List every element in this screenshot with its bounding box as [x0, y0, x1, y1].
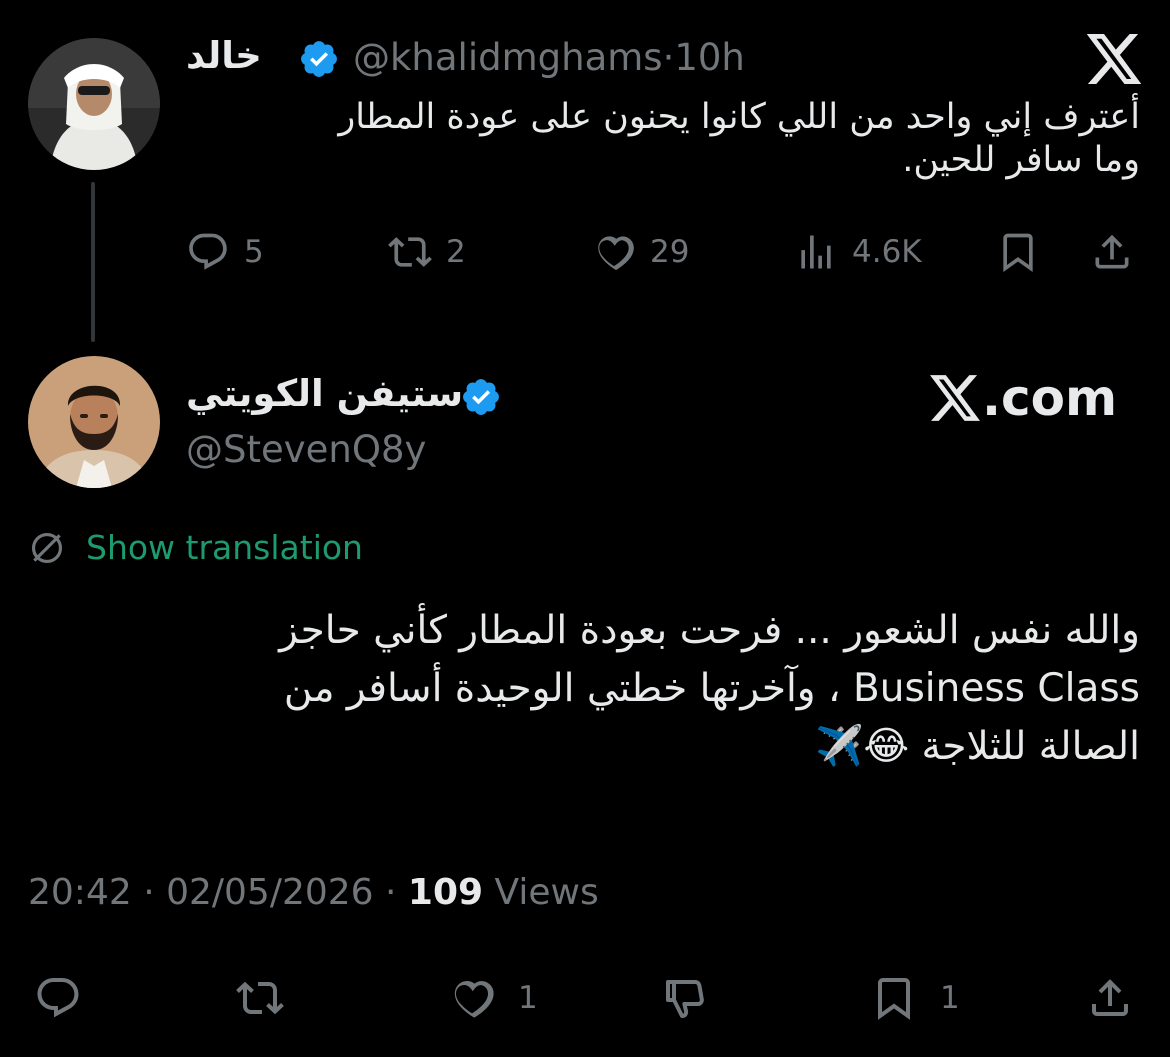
- like-icon: [592, 230, 636, 274]
- x-com-watermark: .com: [930, 366, 1117, 430]
- share-button[interactable]: [1090, 224, 1134, 280]
- reply-tweet-line-2: Business Class ، وآخرتها خطتي الوحيدة أس…: [283, 666, 1140, 711]
- share-icon: [1086, 974, 1134, 1022]
- like-count: 29: [650, 234, 690, 270]
- bookmark-button[interactable]: 1: [870, 968, 960, 1028]
- reply-tweet-text: والله نفس الشعور ... فرحت بعودة المطار ك…: [80, 602, 1140, 776]
- like-button[interactable]: 29: [592, 224, 689, 280]
- x-logo-icon: [930, 375, 980, 421]
- share-icon: [1090, 230, 1134, 274]
- verified-badge-icon: [460, 376, 502, 418]
- parent-tweet-line-1: أعترف إني واحد من اللي كانوا يحنون على ع…: [338, 97, 1140, 137]
- bookmark-button[interactable]: [996, 224, 1040, 280]
- avatar-steven[interactable]: [28, 356, 160, 488]
- views-label: Views: [483, 872, 599, 913]
- like-button[interactable]: 1: [448, 968, 538, 1028]
- reply-tweet-line-1: والله نفس الشعور ... فرحت بعودة المطار ك…: [279, 608, 1140, 653]
- bookmark-icon: [870, 974, 918, 1022]
- retweet-button[interactable]: 2: [388, 224, 466, 280]
- retweet-count: 2: [446, 234, 466, 270]
- x-logo-icon: [1086, 34, 1142, 84]
- separator-dot: ·: [662, 36, 675, 79]
- share-button[interactable]: [1086, 968, 1134, 1028]
- reply-button[interactable]: 5: [186, 224, 264, 280]
- dislike-icon: [662, 974, 710, 1022]
- bookmark-count: 1: [940, 980, 960, 1016]
- tweet-time: 10h: [674, 36, 745, 79]
- tweet-timestamp[interactable]: 20:42 · 02/05/2026: [28, 872, 374, 913]
- parent-tweet-line-2: وما سافر للحين.: [902, 140, 1140, 180]
- views-count: 109: [407, 872, 484, 913]
- watermark-text: .com: [982, 369, 1118, 427]
- bookmark-icon: [996, 230, 1040, 274]
- dislike-button[interactable]: [662, 968, 710, 1028]
- show-translation-link[interactable]: Show translation: [28, 528, 363, 567]
- reply-count: 5: [244, 234, 264, 270]
- author-display-name[interactable]: خالد: [186, 34, 262, 77]
- thread-connector-line: [91, 182, 95, 342]
- show-translation-label: Show translation: [86, 528, 363, 567]
- author-handle-and-time[interactable]: @khalidmghams·10h: [353, 36, 745, 79]
- tweet-meta: 20:42 · 02/05/2026 · 109 Views: [28, 872, 599, 913]
- like-count: 1: [518, 980, 538, 1016]
- reply-tweet-line-3: الصالة للثلاجة 😂✈️: [815, 724, 1140, 769]
- retweet-button[interactable]: [236, 968, 284, 1028]
- views-button[interactable]: 4.6K: [794, 224, 922, 280]
- meta-separator: ·: [373, 872, 408, 913]
- reply-button[interactable]: [34, 968, 82, 1028]
- like-icon: [448, 974, 496, 1022]
- retweet-icon: [388, 230, 432, 274]
- reply-author-display-name[interactable]: ستيفن الكويتي: [186, 372, 463, 415]
- views-count: 4.6K: [852, 234, 922, 270]
- verified-badge-icon: [298, 38, 340, 80]
- author-handle: @khalidmghams: [353, 36, 663, 79]
- reply-icon: [34, 974, 82, 1022]
- views-icon: [794, 230, 838, 274]
- globe-icon: [28, 529, 66, 567]
- retweet-icon: [236, 974, 284, 1022]
- parent-tweet-text: أعترف إني واحد من اللي كانوا يحنون على ع…: [140, 96, 1140, 182]
- reply-icon: [186, 230, 230, 274]
- reply-author-handle[interactable]: @StevenQ8y: [186, 428, 426, 471]
